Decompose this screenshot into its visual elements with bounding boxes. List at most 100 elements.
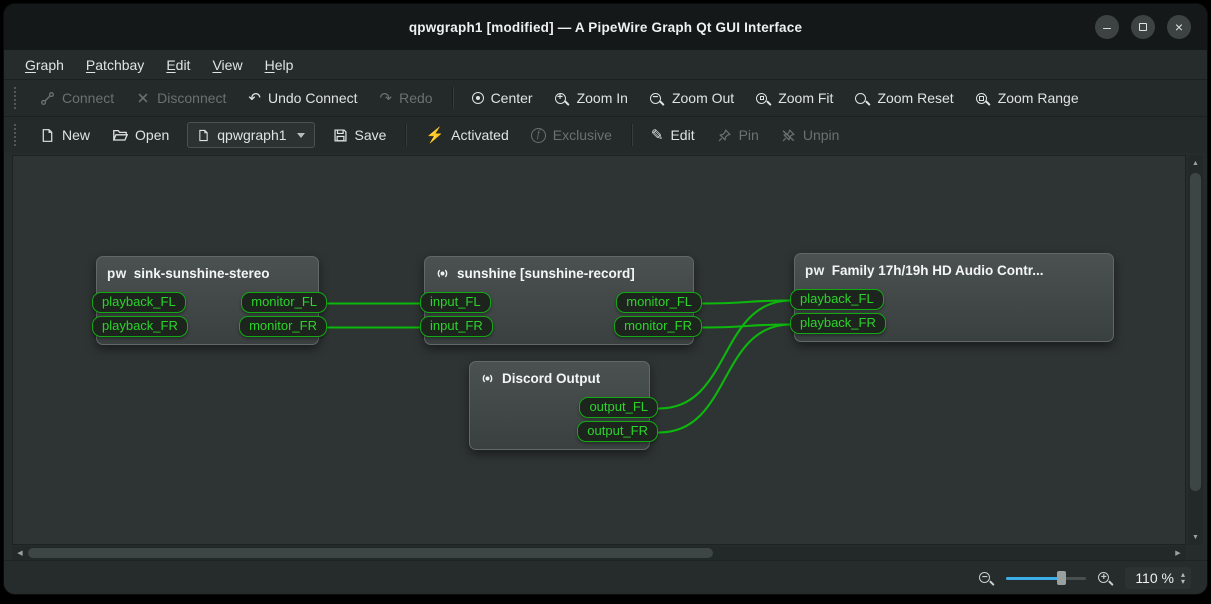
vertical-scrollbar[interactable]: ▲ ▼: [1188, 155, 1203, 545]
close-icon: ×: [1175, 20, 1183, 34]
vertical-scrollbar-thumb[interactable]: [1190, 173, 1201, 491]
unpin-button[interactable]: Unpin: [771, 122, 850, 148]
zoom-slider[interactable]: [1006, 570, 1086, 586]
undo-icon: ↶: [248, 91, 261, 106]
menu-graph[interactable]: Graph: [16, 54, 73, 76]
port-family-audio-playback_FL[interactable]: playback_FL: [790, 289, 884, 310]
disconnect-label: Disconnect: [157, 90, 226, 106]
port-sunshine-monitor_FR[interactable]: monitor_FR: [614, 316, 702, 337]
disconnect-button[interactable]: Disconnect: [126, 85, 236, 111]
unpin-label: Unpin: [803, 127, 840, 143]
redo-label: Redo: [399, 90, 432, 106]
horizontal-scrollbar[interactable]: ◀ ▶: [12, 546, 1186, 560]
zoom-spin-down-button[interactable]: ▾: [1181, 578, 1185, 585]
undo-connect-button[interactable]: ↶ Undo Connect: [238, 85, 367, 111]
port-sink-sunshine-stereo-monitor_FL[interactable]: monitor_FL: [241, 292, 327, 313]
scroll-left-arrow[interactable]: ◀: [12, 546, 28, 560]
node-title: sink-sunshine-stereo: [134, 266, 270, 281]
redo-icon: ↷: [380, 91, 393, 106]
open-button[interactable]: Open: [102, 122, 179, 148]
zoom-in-button[interactable]: + Zoom In: [545, 85, 638, 111]
patchbay-selector-value: qpwgraph1: [217, 127, 286, 143]
statusbar: − + 110 % ▴ ▾: [4, 560, 1207, 594]
save-button[interactable]: Save: [323, 122, 397, 148]
port-sunshine-input_FR[interactable]: input_FR: [420, 316, 493, 337]
save-label: Save: [355, 127, 387, 143]
zoom-in-icon: +: [555, 93, 566, 104]
pin-button[interactable]: Pin: [707, 122, 769, 148]
new-button[interactable]: New: [30, 122, 100, 148]
center-label: Center: [491, 90, 533, 106]
center-icon: [472, 92, 484, 104]
zoom-fit-button[interactable]: Zoom Fit: [746, 85, 843, 111]
new-file-icon: [40, 128, 55, 143]
port-sink-sunshine-stereo-playback_FR[interactable]: playback_FR: [92, 316, 188, 337]
vertical-scrollbar-track[interactable]: [1188, 171, 1203, 529]
exclusive-button[interactable]: f Exclusive: [521, 122, 622, 148]
node-title: Discord Output: [502, 371, 600, 386]
scrollbar-corner: [1186, 546, 1203, 560]
redo-button[interactable]: ↷ Redo: [370, 85, 443, 111]
new-label: New: [62, 127, 90, 143]
port-discord-output-output_FL[interactable]: output_FL: [579, 397, 658, 418]
horizontal-scrollbar-thumb[interactable]: [28, 548, 713, 558]
titlebar[interactable]: qpwgraph1 [modified] — A PipeWire Graph …: [4, 4, 1207, 50]
graph-node-discord-output[interactable]: Discord Outputoutput_FLoutput_FR: [469, 361, 650, 450]
horizontal-scrollbar-track[interactable]: [28, 546, 1170, 560]
connect-icon: [40, 91, 55, 106]
edit-button[interactable]: ✎ Edit: [641, 122, 705, 148]
graph-node-sunshine[interactable]: sunshine [sunshine-record]input_FLinput_…: [424, 256, 694, 345]
zoom-slider-fill: [1006, 577, 1062, 580]
edit-pencil-icon: ✎: [651, 128, 664, 143]
record-icon: [480, 371, 495, 386]
zoom-slider-handle[interactable]: [1057, 571, 1066, 585]
node-title: Family 17h/19h HD Audio Contr...: [832, 263, 1044, 278]
menu-patchbay[interactable]: Patchbay: [77, 54, 153, 76]
scroll-right-arrow[interactable]: ▶: [1170, 546, 1186, 560]
minimize-button[interactable]: –: [1095, 15, 1119, 39]
undo-connect-label: Undo Connect: [268, 90, 358, 106]
scroll-up-arrow[interactable]: ▲: [1188, 155, 1203, 171]
graph-node-family-audio[interactable]: pwFamily 17h/19h HD Audio Contr...playba…: [794, 253, 1114, 342]
zoom-range-button[interactable]: Zoom Range: [966, 85, 1089, 111]
port-family-audio-playback_FR[interactable]: playback_FR: [790, 313, 886, 334]
zoom-reset-button[interactable]: Zoom Reset: [845, 85, 963, 111]
port-sunshine-input_FL[interactable]: input_FL: [420, 292, 491, 313]
menubar: Graph Patchbay Edit View Help: [4, 50, 1207, 79]
toolbar-drag-handle[interactable]: [14, 124, 16, 146]
zoom-out-label: Zoom Out: [672, 90, 734, 106]
maximize-button[interactable]: [1131, 15, 1155, 39]
status-zoom-in-icon[interactable]: +: [1098, 572, 1109, 583]
graph-toolbar: Connect Disconnect ↶ Undo Connect ↷ Redo…: [4, 79, 1207, 116]
toolbar-separator: [631, 124, 632, 146]
menu-view[interactable]: View: [203, 54, 251, 76]
zoom-spinbox[interactable]: 110 % ▴ ▾: [1125, 567, 1191, 589]
port-sunshine-monitor_FL[interactable]: monitor_FL: [616, 292, 702, 313]
status-zoom-out-icon[interactable]: −: [979, 572, 990, 583]
chevron-down-icon: [297, 133, 305, 138]
maximize-icon: [1139, 23, 1147, 31]
open-label: Open: [135, 127, 169, 143]
pin-icon: [717, 128, 732, 143]
center-button[interactable]: Center: [462, 85, 543, 111]
exclusive-label: Exclusive: [553, 127, 612, 143]
patchbay-selector[interactable]: qpwgraph1: [187, 122, 314, 148]
menu-edit[interactable]: Edit: [157, 54, 199, 76]
graph-canvas[interactable]: pwsink-sunshine-stereoplayback_FLplaybac…: [12, 155, 1186, 545]
activated-button[interactable]: ⚡ Activated: [415, 122, 518, 148]
port-sink-sunshine-stereo-monitor_FR[interactable]: monitor_FR: [239, 316, 327, 337]
close-button[interactable]: ×: [1167, 15, 1191, 39]
patchbay-toolbar: New Open qpwgraph1 Save ⚡ Activated: [4, 116, 1207, 153]
toolbar-separator: [405, 124, 406, 146]
port-discord-output-output_FR[interactable]: output_FR: [577, 421, 658, 442]
connect-button[interactable]: Connect: [30, 85, 124, 111]
port-sink-sunshine-stereo-playback_FL[interactable]: playback_FL: [92, 292, 186, 313]
graph-node-sink-sunshine-stereo[interactable]: pwsink-sunshine-stereoplayback_FLplaybac…: [96, 256, 319, 345]
menu-help[interactable]: Help: [256, 54, 303, 76]
zoom-reset-icon: [855, 93, 866, 104]
scroll-down-arrow[interactable]: ▼: [1188, 529, 1203, 545]
zoom-out-button[interactable]: − Zoom Out: [640, 85, 744, 111]
toolbar-drag-handle[interactable]: [14, 87, 16, 109]
edit-label: Edit: [670, 127, 694, 143]
pipewire-icon: pw: [805, 263, 825, 278]
